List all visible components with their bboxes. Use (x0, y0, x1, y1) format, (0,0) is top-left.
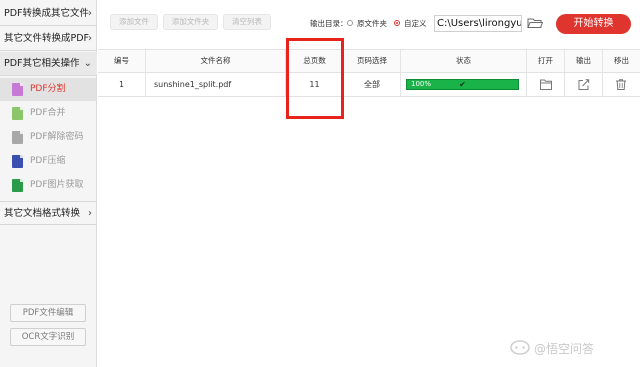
chevron-down-icon: ⌄ (83, 58, 92, 69)
pdf-compress-icon (12, 155, 23, 168)
sidebar-item-label: PDF合并 (30, 108, 66, 118)
chevron-right-icon: › (88, 8, 92, 19)
sidebar-item-pdf-split[interactable]: PDF分割 (0, 78, 96, 101)
sidebar-item-pdf-image[interactable]: PDF图片获取 (0, 174, 96, 197)
pdf-image-icon (12, 179, 23, 192)
pdf-edit-button[interactable]: PDF文件编辑 (10, 304, 86, 322)
add-file-button[interactable]: 添加文件 (110, 14, 158, 30)
clear-list-button[interactable]: 清空列表 (223, 14, 271, 30)
header-index: 编号 (98, 50, 146, 72)
watermark-text: @悟空问答 (534, 342, 595, 356)
chevron-right-icon: › (88, 208, 92, 219)
row-output (565, 73, 603, 96)
header-filename: 文件名称 (146, 50, 286, 72)
radio-source-folder[interactable] (347, 20, 353, 26)
sidebar-item-pdf-unlock[interactable]: PDF解除密码 (0, 126, 96, 149)
sidebar-item-pdf-merge[interactable]: PDF合并 (0, 102, 96, 125)
row-filename: sunshine1_split.pdf (146, 73, 286, 96)
header-page-select: 页码选择 (344, 50, 401, 72)
trash-icon[interactable] (615, 79, 627, 90)
radio-custom-label: 自定义 (404, 19, 427, 28)
pdf-split-icon (12, 83, 23, 96)
category-label: PDF其它相关操作 (4, 58, 80, 69)
export-icon[interactable] (578, 79, 590, 90)
open-folder-icon[interactable] (540, 79, 552, 90)
highlight-box (286, 38, 344, 119)
sidebar-item-label: PDF压缩 (30, 156, 66, 166)
chevron-right-icon: › (88, 33, 92, 44)
header-status: 状态 (401, 50, 527, 72)
pdf-merge-icon (12, 107, 23, 120)
add-folder-button[interactable]: 添加文件夹 (163, 14, 218, 30)
category-pdf-to-other[interactable]: PDF转换成其它文件 › (0, 2, 97, 26)
radio-custom-folder[interactable] (394, 20, 400, 26)
ocr-button[interactable]: OCR文字识别 (10, 328, 86, 346)
check-icon: ✔ (459, 80, 466, 89)
start-convert-button[interactable]: 开始转换 (556, 14, 631, 34)
pdf-unlock-icon (12, 131, 23, 144)
category-other-doc-convert[interactable]: 其它文档格式转换 › (0, 201, 97, 225)
sidebar-item-label: PDF解除密码 (30, 132, 84, 142)
sidebar-item-label: PDF图片获取 (30, 180, 84, 190)
sidebar-item-label: PDF分割 (30, 84, 66, 94)
output-dir-label: 输出目录： (310, 19, 348, 28)
progress-bar: 100% ✔ (406, 79, 519, 90)
category-label: 其它文档格式转换 (4, 208, 81, 219)
row-index: 1 (98, 73, 146, 96)
speech-bubble-icon (510, 340, 530, 355)
row-status: 100% ✔ (401, 73, 527, 96)
row-page-select[interactable]: 全部 (344, 73, 401, 96)
table-header-row: 编号 文件名称 总页数 页码选择 状态 打开 输出 移出 (98, 49, 640, 73)
output-path-input[interactable]: C:\Users\lirongyu (434, 15, 522, 32)
sidebar-item-pdf-compress[interactable]: PDF压缩 (0, 150, 96, 173)
radio-source-label: 原文件夹 (357, 19, 387, 28)
header-output: 输出 (565, 50, 603, 72)
table-row[interactable]: 1 sunshine1_split.pdf 11 全部 100% ✔ (98, 73, 640, 97)
category-label: PDF转换成其它文件 (4, 8, 90, 19)
category-label: 其它文件转换成PDF (4, 33, 90, 44)
header-remove: 移出 (614, 56, 629, 65)
category-other-to-pdf[interactable]: 其它文件转换成PDF › (0, 27, 97, 51)
row-open (527, 73, 565, 96)
category-pdf-other-ops[interactable]: PDF其它相关操作 ⌄ (0, 52, 97, 76)
sidebar: PDF转换成其它文件 › 其它文件转换成PDF › PDF其它相关操作 ⌄ PD… (0, 0, 97, 367)
header-open: 打开 (527, 50, 565, 72)
folder-open-icon[interactable] (527, 17, 543, 29)
row-remove (603, 73, 640, 96)
